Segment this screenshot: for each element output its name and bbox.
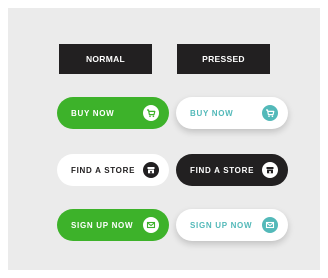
sign-up-label: SIGN UP NOW: [71, 220, 134, 230]
find-store-button-pressed[interactable]: FIND A STORE: [176, 154, 288, 186]
buy-now-label: BUY NOW: [71, 108, 115, 118]
normal-state-label: NORMAL: [85, 54, 126, 64]
mail-icon: [262, 217, 278, 233]
cart-icon: [143, 105, 159, 121]
normal-state-header: NORMAL: [59, 44, 152, 74]
sign-up-button-pressed[interactable]: SIGN UP NOW: [176, 209, 288, 241]
sign-up-label: SIGN UP NOW: [190, 220, 253, 230]
store-icon: [143, 162, 159, 178]
find-store-label: FIND A STORE: [190, 165, 255, 175]
buy-now-label: BUY NOW: [190, 108, 234, 118]
buy-now-button-pressed[interactable]: BUY NOW: [176, 97, 288, 129]
find-store-button-normal[interactable]: FIND A STORE: [57, 154, 169, 186]
store-icon: [262, 162, 278, 178]
pressed-state-header: PRESSED: [177, 44, 270, 74]
sign-up-button-normal[interactable]: SIGN UP NOW: [57, 209, 169, 241]
cart-icon: [262, 105, 278, 121]
buy-now-button-normal[interactable]: BUY NOW: [57, 97, 169, 129]
find-store-label: FIND A STORE: [71, 165, 136, 175]
pressed-state-label: PRESSED: [202, 54, 245, 64]
mail-icon: [143, 217, 159, 233]
